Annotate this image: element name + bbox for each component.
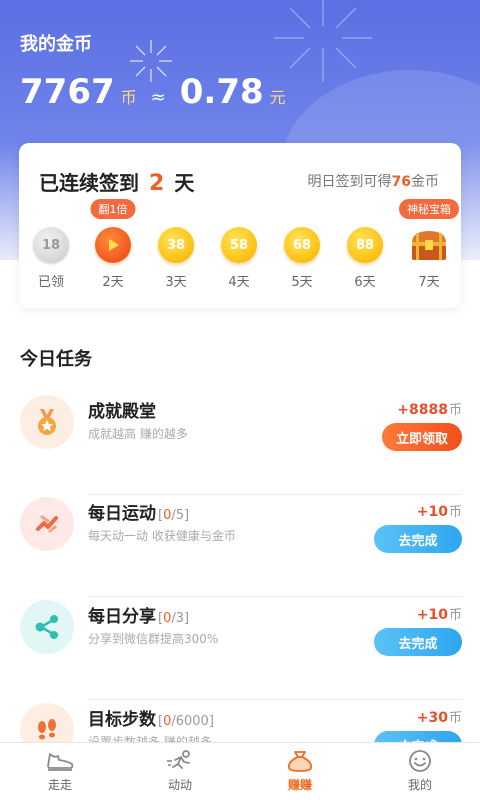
share-icon bbox=[20, 600, 74, 654]
day-label: 6天 bbox=[354, 275, 376, 290]
tab-label: 我的 bbox=[407, 778, 432, 792]
signin-day-7[interactable]: 神秘宝箱 7天 bbox=[399, 199, 459, 290]
task-desc: 成就越高 赚的越多 bbox=[88, 427, 188, 441]
reward-unit: 币 bbox=[448, 711, 462, 726]
reward-amount: +10 bbox=[416, 607, 448, 623]
money-amount: 0.78 bbox=[179, 72, 264, 112]
coin-count: 7767 bbox=[20, 72, 115, 112]
gold-coin-icon: 88 bbox=[347, 227, 383, 263]
money-unit: 元 bbox=[269, 88, 286, 107]
tab-earn[interactable]: 赚赚 bbox=[240, 749, 360, 793]
tab-walk[interactable]: 走走 bbox=[0, 749, 120, 793]
reward-unit: 币 bbox=[448, 608, 462, 623]
tab-label: 走走 bbox=[47, 778, 72, 792]
reward-amount: +10 bbox=[416, 504, 448, 520]
tomorrow-reward: 明日签到可得76金币 bbox=[308, 171, 439, 191]
signin-day-3: 38 3天 bbox=[146, 227, 206, 290]
signin-card: 已连续签到 2 天 明日签到可得76金币 18 已领 翻1倍 2天 38 3天 58… bbox=[19, 143, 461, 308]
task-achievement: 成就殿堂 成就越高 赚的越多 +8888币 立即领取 bbox=[20, 395, 462, 495]
tab-label: 赚赚 bbox=[287, 778, 312, 792]
tab-mine[interactable]: 我的 bbox=[360, 749, 480, 793]
progress-total: /6000 bbox=[171, 714, 209, 729]
reward-unit: 币 bbox=[448, 505, 462, 520]
signin-days: 18 已领 翻1倍 2天 38 3天 58 4天 68 5天 88 6天 神秘宝… bbox=[19, 199, 461, 297]
task-name-text: 每日运动 bbox=[88, 504, 156, 524]
go-complete-button[interactable]: 去完成 bbox=[374, 525, 462, 553]
day-label: 4天 bbox=[228, 275, 250, 290]
day-label: 7天 bbox=[418, 275, 440, 290]
task-name-text: 目标步数 bbox=[88, 710, 156, 730]
day-label: 2天 bbox=[102, 275, 124, 290]
runner-icon bbox=[167, 750, 190, 769]
signin-day-5: 68 5天 bbox=[272, 227, 332, 290]
task-desc: 每天动一动 收获健康与金币 bbox=[88, 529, 236, 543]
coin-unit: 币 bbox=[120, 88, 137, 107]
double-tag: 翻1倍 bbox=[90, 199, 136, 219]
signin-day-1: 18 已领 bbox=[21, 227, 81, 290]
progress-total: /3 bbox=[171, 611, 185, 626]
medal-icon bbox=[20, 395, 74, 449]
task-daily-exercise: 每日运动 [0/5] 每天动一动 收获健康与金币 +10币 去完成 bbox=[20, 497, 462, 597]
go-complete-button[interactable]: 去完成 bbox=[374, 628, 462, 656]
signin-day-4: 58 4天 bbox=[209, 227, 269, 290]
task-progress: [0/6000] bbox=[158, 714, 214, 729]
task-name: 每日分享 [0/3] bbox=[88, 602, 189, 627]
claimed-coin-icon: 18 bbox=[33, 227, 69, 263]
task-progress: [0/5] bbox=[158, 508, 190, 523]
streak-prefix: 已连续签到 bbox=[39, 171, 139, 195]
video-play-icon[interactable] bbox=[95, 227, 131, 263]
day-label: 5天 bbox=[291, 275, 313, 290]
streak-suffix: 天 bbox=[174, 171, 195, 195]
task-name-text: 每日分享 bbox=[88, 607, 156, 627]
bottom-tab-bar: 走走 动动 赚赚 我的 bbox=[0, 742, 480, 800]
task-reward: +10币 bbox=[417, 604, 462, 623]
task-reward: +8888币 bbox=[397, 399, 462, 418]
reward-unit: 币 bbox=[448, 403, 462, 418]
task-progress: [0/3] bbox=[158, 611, 190, 626]
day-label: 已领 bbox=[37, 275, 64, 290]
mystery-box-tag: 神秘宝箱 bbox=[399, 199, 459, 219]
divider bbox=[88, 596, 462, 597]
shoe-icon bbox=[47, 753, 74, 771]
approx-sign: ≈ bbox=[150, 87, 166, 108]
tomorrow-prefix: 明日签到可得 bbox=[307, 174, 392, 190]
task-reward: +10币 bbox=[417, 501, 462, 520]
divider bbox=[88, 699, 462, 700]
task-reward: +30币 bbox=[417, 707, 462, 726]
gold-coin-icon: 68 bbox=[284, 227, 320, 263]
tab-move[interactable]: 动动 bbox=[120, 749, 240, 793]
tomorrow-amount: 76 bbox=[391, 174, 411, 190]
task-desc: 分享到微信群提高300% bbox=[88, 632, 219, 646]
task-name: 每日运动 [0/5] bbox=[88, 499, 189, 524]
smiley-icon bbox=[409, 750, 431, 772]
signin-day-6: 88 6天 bbox=[335, 227, 395, 290]
day-label: 3天 bbox=[165, 275, 187, 290]
coin-balance: 7767 币 ≈ 0.78 元 bbox=[20, 72, 286, 112]
task-name: 成就殿堂 bbox=[88, 402, 156, 422]
progress-total: /5 bbox=[171, 508, 185, 523]
tasks-section-title: 今日任务 bbox=[20, 349, 92, 370]
signin-streak: 已连续签到 2 天 bbox=[39, 167, 194, 196]
streak-days: 2 bbox=[149, 171, 165, 196]
tab-label: 动动 bbox=[167, 778, 192, 792]
divider bbox=[88, 494, 462, 495]
tomorrow-suffix: 金币 bbox=[411, 174, 439, 190]
claim-now-button[interactable]: 立即领取 bbox=[381, 423, 462, 451]
page-title: 我的金币 bbox=[20, 34, 92, 55]
reward-amount: +30 bbox=[416, 710, 448, 726]
gold-coin-icon: 38 bbox=[158, 227, 194, 263]
money-bag-icon bbox=[288, 751, 312, 772]
running-icon bbox=[20, 497, 74, 551]
signin-day-2[interactable]: 翻1倍 2天 bbox=[83, 199, 143, 290]
treasure-chest-icon[interactable] bbox=[408, 227, 450, 263]
gold-coin-icon: 58 bbox=[221, 227, 257, 263]
reward-amount: +8888 bbox=[397, 402, 448, 418]
task-name: 目标步数 [0/6000] bbox=[88, 705, 214, 730]
task-daily-share: 每日分享 [0/3] 分享到微信群提高300% +10币 去完成 bbox=[20, 600, 462, 700]
